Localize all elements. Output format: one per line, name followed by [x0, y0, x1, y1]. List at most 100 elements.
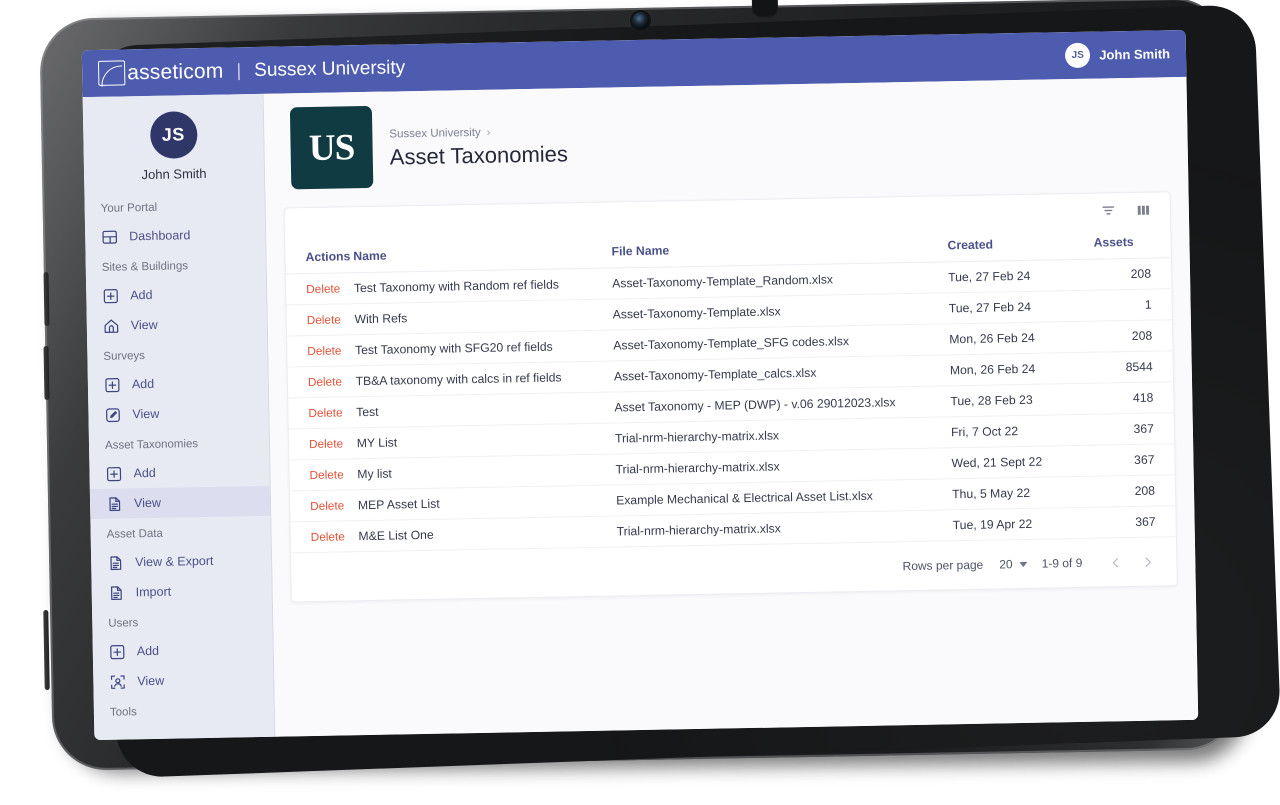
user-scan-icon — [109, 673, 126, 690]
cell-name: Test Taxonomy with SFG20 ref fields — [354, 329, 614, 366]
page-title: Asset Taxonomies — [389, 141, 569, 170]
column-header-name: Name — [353, 237, 612, 273]
filter-icon[interactable] — [1099, 202, 1117, 220]
sidebar-item-surveys-view[interactable]: View — [88, 397, 269, 430]
volume-up-button[interactable] — [43, 271, 50, 327]
delete-button[interactable]: Delete — [308, 405, 342, 420]
sidebar-item-label: Add — [136, 643, 160, 659]
cell-created: Tue, 19 Apr 22 — [952, 507, 1100, 541]
sidebar-avatar: JS — [149, 111, 198, 159]
chevron-right-icon[interactable] — [1138, 553, 1156, 571]
cell-created: Thu, 5 May 22 — [951, 476, 1099, 510]
sidebar-group-label: Your Portal — [100, 201, 158, 215]
page-header: US Sussex University › Asset Taxonomies — [264, 77, 1189, 190]
bezel-notch — [751, 0, 779, 19]
cell-assets: 8544 — [1095, 350, 1174, 384]
delete-button[interactable]: Delete — [309, 467, 343, 482]
cell-name: Test Taxonomy with Random ref fields — [353, 267, 613, 304]
table-cell: Delete — [287, 334, 356, 367]
document-icon — [106, 495, 123, 512]
cell-name: MEP Asset List — [357, 484, 617, 521]
rows-per-page-value: 20 — [999, 557, 1013, 572]
table-cell: Delete — [285, 272, 355, 305]
sidebar-group-label: Surveys — [103, 350, 146, 363]
sidebar-item-label: View — [133, 495, 162, 511]
cell-created: Wed, 21 Sept 22 — [951, 445, 1098, 479]
cell-assets: 208 — [1093, 257, 1172, 291]
screenshot-scene: asseticom | Sussex University JS John Sm… — [0, 0, 1280, 805]
cell-name: My list — [357, 453, 616, 490]
sidebar-item-label: Add — [130, 287, 153, 303]
volume-down-button[interactable] — [43, 345, 50, 401]
header-user-menu[interactable]: JS John Smith — [1065, 41, 1176, 69]
cell-assets: 367 — [1098, 505, 1176, 539]
cell-created: Mon, 26 Feb 24 — [949, 321, 1096, 355]
tenant-logo: US — [289, 105, 374, 190]
sidebar-profile: JS John Smith — [83, 94, 265, 193]
cell-name: MY List — [356, 422, 616, 459]
sidebar-item-label: View — [137, 673, 165, 689]
header-user-name: John Smith — [1099, 46, 1171, 63]
cell-name: TB&A taxonomy with calcs in ref fields — [355, 360, 615, 397]
delete-button[interactable]: Delete — [307, 312, 341, 327]
sidebar-item-label: Add — [133, 465, 156, 481]
breadcrumb-item-tenant[interactable]: Sussex University — [389, 127, 481, 141]
sidebar-item-users-view[interactable]: View — [93, 664, 274, 697]
delete-button[interactable]: Delete — [306, 281, 340, 296]
taxonomies-card: Actions Name File Name Created Assets De… — [283, 191, 1178, 603]
table-cell: Delete — [286, 303, 355, 336]
cell-name: Test — [355, 391, 615, 428]
rows-per-page-label: Rows per page — [902, 557, 984, 574]
sidebar-item-label: Dashboard — [129, 228, 191, 244]
table-cell: Delete — [290, 520, 359, 553]
table-cell: Delete — [289, 458, 358, 491]
table-cell: Delete — [287, 365, 356, 398]
sidebar-item-users-add[interactable]: Add — [93, 634, 274, 667]
sidebar-item-label: Import — [135, 584, 172, 600]
rows-per-page-select[interactable]: 20 — [999, 557, 1028, 572]
delete-button[interactable]: Delete — [307, 343, 341, 358]
main-content: US Sussex University › Asset Taxonomies — [263, 76, 1199, 737]
sidebar-group-label: Tools — [109, 706, 137, 719]
sidebar-item-sites-buildings-view[interactable]: View — [87, 308, 268, 341]
pagination-range: 1-9 of 9 — [1041, 555, 1083, 571]
delete-button[interactable]: Delete — [308, 374, 342, 389]
chevron-left-icon[interactable] — [1106, 553, 1124, 571]
cell-name: M&E List One — [358, 515, 617, 552]
tablet-screen: asseticom | Sussex University JS John Sm… — [81, 29, 1199, 741]
sidebar-item-asset-taxonomies-add[interactable]: Add — [89, 456, 270, 489]
brand-name: asseticom — [126, 59, 224, 84]
chevron-down-icon — [1019, 561, 1028, 567]
delete-button[interactable]: Delete — [311, 529, 345, 544]
brand-block[interactable]: asseticom — [97, 59, 224, 86]
sidebar-item-label: View & Export — [135, 553, 214, 570]
chevron-right-icon: › — [486, 126, 491, 139]
dashboard-icon — [101, 228, 118, 245]
sidebar-item-label: View — [132, 406, 160, 422]
sidebar-item-surveys-add[interactable]: Add — [88, 367, 269, 400]
cell-created: Tue, 28 Feb 23 — [950, 383, 1097, 417]
sidebar-item-asset-data-view-export[interactable]: View & Export — [91, 545, 272, 578]
power-button[interactable] — [43, 609, 50, 691]
cell-assets: 1 — [1094, 288, 1172, 322]
asseticom-logo-icon — [97, 60, 126, 86]
sidebar-item-your-portal-dashboard[interactable]: Dashboard — [85, 219, 266, 252]
breadcrumb-line: Sussex University › — [389, 125, 567, 141]
sidebar-item-asset-data-import[interactable]: Import — [91, 575, 272, 608]
taxonomies-table: Actions Name File Name Created Assets De… — [285, 227, 1176, 553]
columns-icon[interactable] — [1134, 201, 1152, 219]
sidebar-item-sites-buildings-add[interactable]: Add — [86, 278, 267, 311]
sidebar-item-label: View — [130, 317, 158, 333]
cell-assets: 418 — [1096, 381, 1174, 415]
cell-assets: 208 — [1097, 474, 1176, 508]
table-cell: Delete — [288, 396, 357, 429]
plus-square-icon — [109, 643, 126, 660]
delete-button[interactable]: Delete — [310, 498, 344, 513]
cell-created: Mon, 26 Feb 24 — [949, 352, 1097, 386]
sidebar-item-asset-taxonomies-view[interactable]: View — [89, 485, 271, 520]
sidebar-item-label: Add — [131, 376, 155, 392]
sidebar-group-label: Sites & Buildings — [101, 260, 189, 274]
table-cell: Delete — [289, 489, 359, 522]
table-cell: Delete — [288, 427, 358, 460]
delete-button[interactable]: Delete — [309, 436, 343, 451]
